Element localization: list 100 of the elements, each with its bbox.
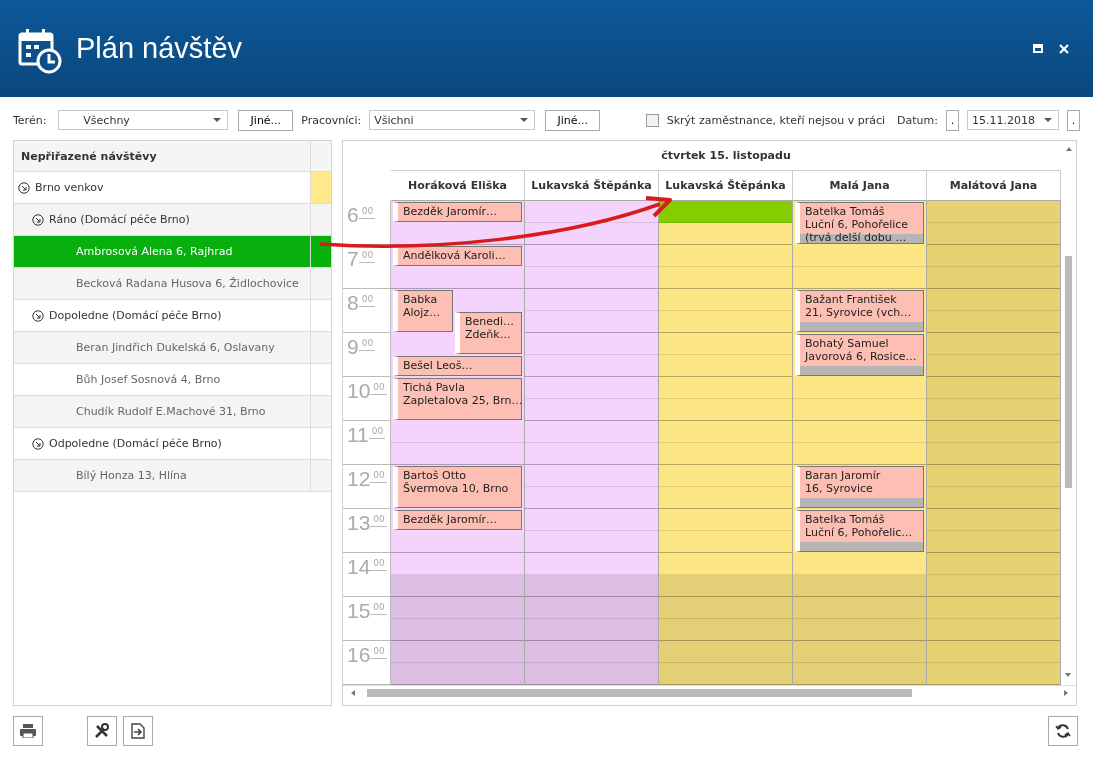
appointment[interactable]: Benedi… Zdeňk… xyxy=(455,312,522,354)
previous-day-button[interactable]: . xyxy=(946,109,959,131)
visit-row[interactable]: Becková Radana Husova 6, Židlochovice xyxy=(14,268,331,300)
appointment-text: Batelka Tomáš xyxy=(805,513,886,526)
hour-label: 16 xyxy=(347,644,371,666)
appointment-text: Zdeňk… xyxy=(465,328,512,341)
time-slot[interactable] xyxy=(659,575,792,597)
checkbox[interactable] xyxy=(645,113,659,127)
caret-icon xyxy=(213,118,222,122)
minutes-label: 00 xyxy=(358,206,376,219)
day-header: čtvrtek 15. listopadu xyxy=(391,141,1061,171)
time-slot[interactable] xyxy=(525,619,658,641)
appointment-text: Andělková Karoli… xyxy=(403,249,507,262)
window-title: Plán návštěv xyxy=(76,32,243,65)
calendar-clock-icon xyxy=(18,27,62,74)
appointment-text: Bažant František xyxy=(805,293,898,306)
scroll-up-icon[interactable] xyxy=(1065,147,1072,151)
date-label: Datum: xyxy=(897,113,938,127)
settings-button[interactable] xyxy=(87,716,117,746)
row-label: Ambrosová Alena 6, Rajhrad xyxy=(76,245,233,258)
print-button[interactable] xyxy=(13,716,43,746)
horizontal-scrollbar[interactable] xyxy=(343,685,1076,699)
time-slot[interactable] xyxy=(525,575,658,597)
close-icon[interactable] xyxy=(1059,43,1069,54)
appointment[interactable]: Bešel Leoš… xyxy=(393,356,522,376)
date-field[interactable]: 15.11.2018 xyxy=(967,110,1059,130)
minutes-label: 00 xyxy=(370,514,387,527)
group-row[interactable]: Dopoledne (Domácí péče Brno) xyxy=(14,300,331,332)
minutes-label: 00 xyxy=(358,250,376,263)
appointment[interactable]: Baran Jaromír 16, Syrovice xyxy=(795,466,924,508)
terrain-dropdown[interactable]: Všechny xyxy=(58,110,229,130)
visit-row[interactable]: Chudík Rudolf E.Machové 31, Brno xyxy=(14,396,331,428)
appointment[interactable]: Bohatý Samuel Javorová 6, Rosice… xyxy=(795,334,924,376)
minutes-label: 00 xyxy=(358,338,376,351)
export-icon xyxy=(131,723,145,739)
expand-icon[interactable] xyxy=(18,181,30,194)
time-slot[interactable] xyxy=(793,619,926,641)
appointment-text: Javorová 6, Rosice… xyxy=(805,350,918,363)
caret-icon xyxy=(520,118,529,122)
minutes-label: 00 xyxy=(358,294,376,307)
minutes-label: 00 xyxy=(368,426,386,439)
hour-label: 11 xyxy=(347,424,369,446)
expand-icon[interactable] xyxy=(32,309,44,322)
appointment-text: Luční 6, Pohořelic… xyxy=(805,526,914,539)
appointment[interactable]: Bezděk Jaromír… xyxy=(393,510,522,530)
scroll-down-icon[interactable] xyxy=(1065,673,1071,677)
hide-absent-label: Skrýt zaměstnance, kteří nejsou v práci xyxy=(666,113,886,127)
time-slot[interactable] xyxy=(391,575,524,597)
next-day-button[interactable]: . xyxy=(1067,109,1080,131)
other-workers-button[interactable]: Jiné... xyxy=(545,109,601,131)
refresh-button[interactable] xyxy=(1048,716,1078,746)
time-slot[interactable] xyxy=(391,663,524,685)
export-button[interactable] xyxy=(123,716,153,746)
visit-row[interactable]: Beran Jindřich Dukelská 6, Oslavany xyxy=(14,332,331,364)
scroll-thumb[interactable] xyxy=(1065,256,1072,488)
expand-icon[interactable] xyxy=(32,213,44,226)
expand-icon[interactable] xyxy=(32,437,44,450)
scroll-left-icon[interactable] xyxy=(351,689,355,696)
appointment[interactable]: Andělková Karoli… xyxy=(393,246,522,266)
row-label: Becková Radana Husova 6, Židlochovice xyxy=(76,277,299,290)
appointment-text: (trvá delší dobu … xyxy=(805,231,908,243)
refresh-icon xyxy=(1055,723,1071,739)
maximize-icon[interactable] xyxy=(1033,44,1043,53)
time-slot[interactable] xyxy=(525,663,658,685)
hour-label: 13 xyxy=(347,512,371,534)
appointment[interactable]: Batelka Tomáš Luční 6, Pohořelic… xyxy=(795,510,924,552)
time-slot[interactable] xyxy=(659,619,792,641)
row-label: Chudík Rudolf E.Machové 31, Brno xyxy=(76,405,266,418)
appointment[interactable]: Batelka Tomáš Luční 6, Pohořelice (trvá delší dobu … xyxy=(795,202,924,244)
time-slot[interactable] xyxy=(659,663,792,685)
appointment-text: Babka xyxy=(403,293,439,306)
appointment[interactable]: Babka Alojz… xyxy=(393,290,453,332)
appointment[interactable]: Bartoš Otto Švermova 10, Brno xyxy=(393,466,522,508)
appointment-text: Bohatý Samuel xyxy=(805,337,890,350)
appointment-text: Bezděk Jaromír… xyxy=(403,513,498,526)
visit-row[interactable]: Bílý Honza 13, Hlína xyxy=(14,460,331,492)
appointment[interactable]: Tichá Pavla Zapletalova 25, Brn… xyxy=(393,378,522,420)
appointment[interactable]: Bezděk Jaromír… xyxy=(393,202,522,222)
workers-dropdown[interactable]: Všichni xyxy=(369,110,536,130)
tools-icon xyxy=(94,723,110,739)
visit-row[interactable]: Bůh Josef Sosnová 4, Brno xyxy=(14,364,331,396)
group-row[interactable]: Odpoledne (Domácí péče Brno) xyxy=(14,428,331,460)
hour-label: 15 xyxy=(347,600,371,622)
time-slot[interactable] xyxy=(391,619,524,641)
group-row[interactable]: Brno venkov xyxy=(14,172,331,204)
hour-label: 14 xyxy=(347,556,371,578)
time-slot[interactable] xyxy=(793,575,926,597)
appointment-text: Švermova 10, Brno xyxy=(403,482,510,495)
row-label: Ráno (Domácí péče Brno) xyxy=(49,213,190,226)
other-terrain-button[interactable]: Jiné... xyxy=(238,109,294,131)
row-label: Dopoledne (Domácí péče Brno) xyxy=(49,309,222,322)
minutes-label: 00 xyxy=(370,558,387,571)
scroll-right-icon[interactable] xyxy=(1064,689,1068,696)
appointment-text: Luční 6, Pohořelice xyxy=(805,218,910,231)
time-slot[interactable] xyxy=(793,663,926,685)
appointment-text: Bešel Leoš… xyxy=(403,359,474,372)
scroll-thumb[interactable] xyxy=(367,688,912,697)
group-row[interactable]: Ráno (Domácí péče Brno) xyxy=(14,204,331,236)
appointment[interactable]: Bažant František 21, Syrovice (vch… xyxy=(795,290,924,332)
appointment-text: Benedi… xyxy=(465,315,516,328)
